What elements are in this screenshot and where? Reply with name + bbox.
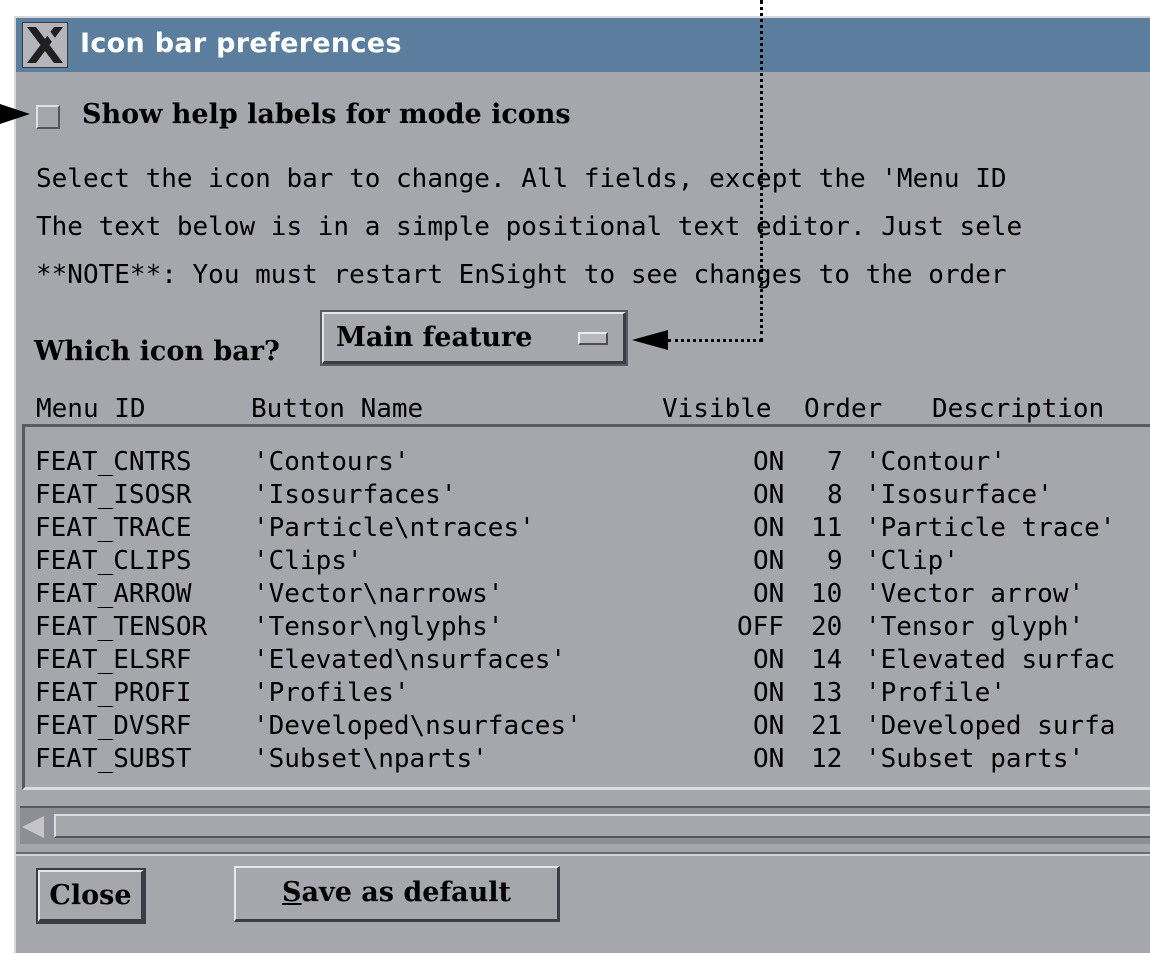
show-help-labels-checkbox[interactable] xyxy=(36,105,60,129)
info-line-3: **NOTE**: You must restart EnSight to se… xyxy=(36,260,1007,290)
callout-arrow-show-help xyxy=(0,104,30,124)
option-menu-indicator-icon xyxy=(578,332,608,345)
menu-id-cell: FEAT_ELSRF xyxy=(35,645,192,675)
save-label-rest: ave as default xyxy=(301,877,511,908)
table-row: FEAT_TENSOR 'Tensor\nglyphs' OFF 20 'Ten… xyxy=(25,612,1084,645)
order-cell: 12 xyxy=(811,744,843,774)
column-header-order: Order xyxy=(804,394,883,424)
visible-cell: ON xyxy=(753,645,785,675)
callout-arrow-icon-bar-menu xyxy=(632,330,668,350)
scroll-left-arrow-icon[interactable] xyxy=(22,816,44,838)
visible-cell: ON xyxy=(753,480,785,510)
visible-cell: OFF xyxy=(737,612,784,642)
table-row: FEAT_ARROW 'Vector\narrows' ON 10 'Vecto… xyxy=(25,579,1084,612)
order-cell: 14 xyxy=(811,645,843,675)
description-cell: 'Particle trace' xyxy=(865,513,1116,543)
menu-id-cell: FEAT_TRACE xyxy=(35,513,192,543)
button-name-cell: 'Developed\nsurfaces' xyxy=(253,711,582,741)
info-line-1: Select the icon bar to change. All field… xyxy=(36,164,1007,194)
menu-id-cell: FEAT_CLIPS xyxy=(35,546,192,576)
menu-id-cell: FEAT_TENSOR xyxy=(35,612,208,642)
horizontal-scrollbar[interactable] xyxy=(20,806,1150,844)
visible-cell: ON xyxy=(753,546,785,576)
menu-id-cell: FEAT_SUBST xyxy=(35,744,192,774)
order-cell: 7 xyxy=(827,447,843,477)
description-cell: 'Developed surfa xyxy=(865,711,1116,741)
description-cell: 'Subset parts' xyxy=(865,744,1085,774)
description-cell: 'Contour' xyxy=(865,447,1006,477)
save-mnemonic: S xyxy=(282,877,302,908)
order-cell: 13 xyxy=(811,678,843,708)
info-line-2: The text below is in a simple positional… xyxy=(36,212,1023,242)
button-name-cell: 'Particle\ntraces' xyxy=(253,513,535,543)
callout-dotted-line-vertical xyxy=(760,0,763,342)
table-row: FEAT_CNTRS 'Contours' ON 7 'Contour' xyxy=(25,447,1006,480)
visible-cell: ON xyxy=(753,678,785,708)
description-cell: 'Clip' xyxy=(865,546,959,576)
x-window-icon[interactable] xyxy=(22,22,68,68)
button-name-cell: 'Isosurfaces' xyxy=(253,480,457,510)
button-name-cell: 'Profiles' xyxy=(253,678,410,708)
close-button[interactable]: Close xyxy=(36,868,146,924)
description-cell: 'Vector arrow' xyxy=(865,579,1085,609)
button-name-cell: 'Tensor\nglyphs' xyxy=(253,612,504,642)
menu-id-cell: FEAT_PROFI xyxy=(35,678,192,708)
column-header-description: Description xyxy=(932,394,1105,424)
scrollbar-thumb[interactable] xyxy=(54,814,1150,838)
order-cell: 11 xyxy=(811,513,843,543)
icon-bar-preferences-window: Icon bar preferences Show help labels fo… xyxy=(14,16,1150,953)
description-cell: 'Tensor glyph' xyxy=(865,612,1085,642)
icon-bar-selector-label: Which icon bar? xyxy=(34,336,280,367)
column-header-button-name: Button Name xyxy=(251,394,424,424)
button-name-cell: 'Contours' xyxy=(253,447,410,477)
save-as-default-button[interactable]: Save as default xyxy=(234,866,560,922)
button-name-cell: 'Vector\narrows' xyxy=(253,579,504,609)
icon-bar-option-value: Main feature xyxy=(336,322,533,353)
table-row: FEAT_DVSRF 'Developed\nsurfaces' ON 21 '… xyxy=(25,711,1115,744)
table-row: FEAT_PROFI 'Profiles' ON 13 'Profile' xyxy=(25,678,1006,711)
menu-id-cell: FEAT_ARROW xyxy=(35,579,192,609)
order-cell: 8 xyxy=(827,480,843,510)
table-row: FEAT_TRACE 'Particle\ntraces' ON 11 'Par… xyxy=(25,513,1115,546)
show-help-labels-label[interactable]: Show help labels for mode icons xyxy=(82,99,571,130)
order-cell: 10 xyxy=(811,579,843,609)
menu-id-cell: FEAT_ISOSR xyxy=(35,480,192,510)
separator xyxy=(16,852,1150,856)
window-title: Icon bar preferences xyxy=(80,28,402,59)
visible-cell: ON xyxy=(753,711,785,741)
button-name-cell: 'Elevated\nsurfaces' xyxy=(253,645,567,675)
order-cell: 9 xyxy=(827,546,843,576)
order-cell: 21 xyxy=(811,711,843,741)
button-name-cell: 'Clips' xyxy=(253,546,363,576)
visible-cell: ON xyxy=(753,447,785,477)
order-cell: 20 xyxy=(811,612,843,642)
column-header-menu-id: Menu ID xyxy=(36,394,146,424)
table-row: FEAT_SUBST 'Subset\nparts' ON 12 'Subset… xyxy=(25,744,1084,777)
icon-bar-option-menu[interactable]: Main feature xyxy=(320,310,628,366)
table-row: FEAT_CLIPS 'Clips' ON 9 'Clip' xyxy=(25,546,959,579)
description-cell: 'Profile' xyxy=(865,678,1006,708)
table-row: FEAT_ISOSR 'Isosurfaces' ON 8 'Isosurfac… xyxy=(25,480,1053,513)
title-bar[interactable]: Icon bar preferences xyxy=(16,18,1150,72)
menu-id-cell: FEAT_CNTRS xyxy=(35,447,192,477)
icon-bar-text-editor[interactable]: FEAT_CNTRS 'Contours' ON 7 'Contour' FEA… xyxy=(22,424,1150,790)
button-name-cell: 'Subset\nparts' xyxy=(253,744,488,774)
description-cell: 'Elevated surfac xyxy=(865,645,1116,675)
table-row: FEAT_ELSRF 'Elevated\nsurfaces' ON 14 'E… xyxy=(25,645,1115,678)
callout-dotted-line-horizontal xyxy=(668,339,762,342)
visible-cell: ON xyxy=(753,579,785,609)
column-header-visible: Visible xyxy=(662,394,772,424)
visible-cell: ON xyxy=(753,513,785,543)
menu-id-cell: FEAT_DVSRF xyxy=(35,711,192,741)
visible-cell: ON xyxy=(753,744,785,774)
description-cell: 'Isosurface' xyxy=(865,480,1053,510)
